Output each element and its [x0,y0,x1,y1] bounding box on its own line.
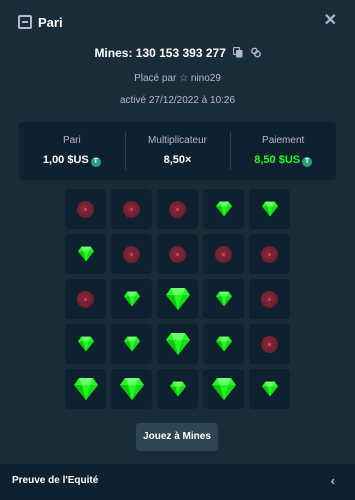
board-tile [157,234,198,274]
bet-id: Mines: 130 153 393 277 [94,46,226,60]
board-tile [111,369,152,409]
board-tile [65,369,106,409]
board-tile [249,279,290,319]
gem-icon [215,291,232,307]
board-tile [157,189,198,229]
bet-id-row: Mines: 130 153 393 277 [0,46,355,60]
stat-multiplier: Multiplicateur 8,50× [124,122,231,180]
gem-icon [215,201,232,217]
stat-payout-value: 8,50 $US [254,154,301,166]
board-tile [249,189,290,229]
board-tile [249,324,290,364]
provably-fair-footer[interactable]: Preuve de l'Equité ‹ [0,464,355,500]
stat-multiplier-value: 8,50× [163,154,192,166]
board-tile [203,324,244,364]
gem-icon [123,291,140,307]
board-tile [203,234,244,274]
board-tile [65,324,106,364]
board-tile [249,369,290,409]
stat-bet-value-row: 1,00 $US T [19,154,125,167]
board-tile [111,324,152,364]
bet-slip-icon [18,15,32,29]
link-icon[interactable] [250,47,261,58]
placed-by-label: Placé par [134,73,177,84]
stat-bet-value: 1,00 $US [42,154,89,166]
stats-panel: Pari 1,00 $US T Multiplicateur 8,50× Paie… [19,122,336,180]
placed-by-row: Placé par ☆ nino29 [0,73,355,84]
tether-icon: T [302,157,313,167]
gem-icon [165,333,190,355]
copy-icon[interactable] [233,47,243,58]
gem-icon [165,288,190,310]
board-tile [65,189,106,229]
modal-title: Pari [38,15,63,30]
mines-board [65,189,290,409]
board-tile [203,279,244,319]
gem-icon [77,246,94,262]
gem-icon [261,381,278,397]
gem-icon [261,201,278,217]
gem-icon [123,336,140,352]
board-tile [157,369,198,409]
close-icon[interactable]: ✕ [324,12,337,30]
mine-icon [77,290,94,308]
stat-payout-value-row: 8,50 $US T [230,154,336,167]
stat-payout: Paiement 8,50 $US T [230,122,336,180]
gem-icon [211,378,236,400]
mine-icon [261,245,278,263]
stat-bet: Pari 1,00 $US T [19,122,125,180]
mine-icon [169,200,186,218]
mine-icon [215,245,232,263]
provably-fair-label: Preuve de l'Equité [12,475,99,486]
username[interactable]: nino29 [191,73,221,84]
mine-icon [261,290,278,308]
bet-modal: Pari ✕ Mines: 130 153 393 277 Placé par … [0,0,355,500]
board-tile [111,279,152,319]
mine-icon [123,245,140,263]
board-tile [65,234,106,274]
gem-icon [73,378,98,400]
play-mines-button[interactable]: Jouez à Mines [136,423,218,451]
mine-icon [169,245,186,263]
board-tile [249,234,290,274]
stat-bet-label: Pari [62,135,81,146]
chevron-left-icon[interactable]: ‹ [331,473,335,488]
mine-icon [123,200,140,218]
modal-header: Pari ✕ [0,0,355,44]
gem-icon [77,336,94,352]
stat-multiplier-label: Multiplicateur [148,135,207,146]
stat-payout-label: Paiement [262,135,305,146]
board-tile [203,189,244,229]
star-icon: ☆ [179,73,189,84]
board-tile [111,234,152,274]
bet-timestamp: activé 27/12/2022 à 10:26 [119,95,236,106]
board-tile [157,279,198,319]
board-tile [157,324,198,364]
board-tile [111,189,152,229]
gem-icon [215,336,232,352]
tether-icon: T [90,157,101,167]
board-tile [203,369,244,409]
mine-icon [77,200,94,218]
mine-icon [261,335,278,353]
gem-icon [119,378,144,400]
gem-icon [169,381,186,397]
board-tile [65,279,106,319]
